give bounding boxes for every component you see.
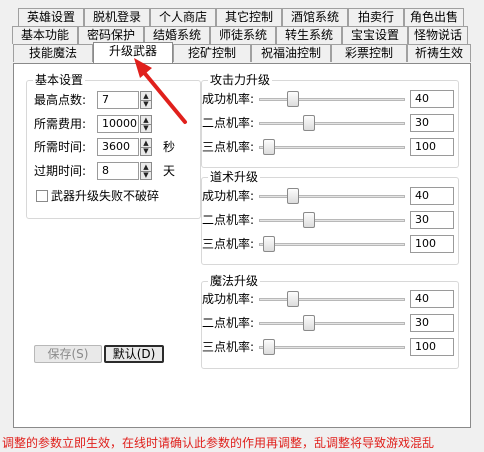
attack-success-field[interactable]: 40: [410, 90, 454, 108]
tab-personal-shop[interactable]: 个人商店: [150, 8, 216, 26]
tao-three-point-slider[interactable]: [257, 234, 407, 254]
time-label: 所需时间:: [34, 140, 87, 154]
max-points-spinner[interactable]: ▲ ▼: [140, 91, 152, 109]
attack-two-point-label: 二点机率:: [202, 116, 255, 130]
tab-other-control[interactable]: 其它控制: [216, 8, 282, 26]
time-spinner[interactable]: ▲ ▼: [140, 138, 152, 156]
cost-spinner[interactable]: ▲ ▼: [140, 115, 152, 133]
expire-field[interactable]: 8: [97, 162, 139, 180]
tab-panel-upgrade-weapon: 基本设置 最高点数: 7 ▲ ▼ 所需费用: 10000 ▲ ▼ 所需时间: 360…: [13, 63, 471, 428]
magic-three-point-slider[interactable]: [257, 337, 407, 357]
tab-row-3: 技能魔法 升级武器 挖矿控制 祝福油控制 彩票控制 祈祷生效: [13, 42, 471, 63]
tab-skill-magic[interactable]: 技能魔法: [13, 44, 93, 62]
attack-three-point-field[interactable]: 100: [410, 138, 454, 156]
spin-down-icon[interactable]: ▼: [141, 124, 151, 132]
tab-mentor-system[interactable]: 师徒系统: [210, 26, 276, 44]
default-button[interactable]: 默认(D): [104, 345, 164, 363]
attack-three-point-label: 三点机率:: [202, 140, 255, 154]
magic-success-label: 成功机率:: [202, 292, 255, 306]
cost-label: 所需费用:: [34, 117, 87, 131]
spin-down-icon[interactable]: ▼: [141, 171, 151, 179]
tab-pet-settings[interactable]: 宝宝设置: [342, 26, 408, 44]
tab-basic-functions[interactable]: 基本功能: [12, 26, 78, 44]
tab-tavern-system[interactable]: 酒馆系统: [282, 8, 348, 26]
status-warning-text: 调整的参数立即生效，在线时请确认此参数的作用再调整，乱调整将导致游戏混乱: [2, 436, 435, 450]
expire-label: 过期时间:: [34, 164, 87, 178]
tab-row-2: 基本功能 密码保护 结婚系统 师徒系统 转生系统 宝宝设置 怪物说话: [12, 26, 468, 44]
tab-row-1: 英雄设置 脱机登录 个人商店 其它控制 酒馆系统 拍卖行 角色出售: [18, 8, 464, 26]
tab-character-sale[interactable]: 角色出售: [404, 8, 464, 26]
tab-auction-house[interactable]: 拍卖行: [348, 8, 404, 26]
tab-monster-speech[interactable]: 怪物说话: [408, 26, 468, 44]
tab-hero-settings[interactable]: 英雄设置: [18, 8, 84, 26]
attack-two-point-slider[interactable]: [257, 113, 407, 133]
tao-upgrade-title: 道术升级: [208, 170, 261, 184]
max-points-field[interactable]: 7: [97, 91, 139, 109]
save-button[interactable]: 保存(S): [34, 345, 102, 363]
magic-success-slider[interactable]: [257, 289, 407, 309]
tab-prayer-effect[interactable]: 祈祷生效: [407, 44, 471, 62]
magic-two-point-label: 二点机率:: [202, 316, 255, 330]
time-unit: 秒: [163, 140, 176, 154]
tao-success-slider[interactable]: [257, 186, 407, 206]
attack-two-point-field[interactable]: 30: [410, 114, 454, 132]
magic-success-field[interactable]: 40: [410, 290, 454, 308]
expire-unit: 天: [163, 164, 176, 178]
tab-lottery-control[interactable]: 彩票控制: [331, 44, 407, 62]
tab-mining-control[interactable]: 挖矿控制: [173, 44, 251, 62]
expire-spinner[interactable]: ▲ ▼: [140, 162, 152, 180]
magic-two-point-slider[interactable]: [257, 313, 407, 333]
attack-success-label: 成功机率:: [202, 92, 255, 106]
cost-field[interactable]: 10000: [97, 115, 139, 133]
tao-success-label: 成功机率:: [202, 189, 255, 203]
tao-two-point-field[interactable]: 30: [410, 211, 454, 229]
tao-three-point-label: 三点机率:: [202, 237, 255, 251]
magic-two-point-field[interactable]: 30: [410, 314, 454, 332]
spin-down-icon[interactable]: ▼: [141, 147, 151, 155]
basic-settings-title: 基本设置: [33, 73, 86, 87]
no-break-checkbox[interactable]: [36, 190, 48, 202]
tao-three-point-field[interactable]: 100: [410, 235, 454, 253]
tao-success-field[interactable]: 40: [410, 187, 454, 205]
tab-offline-login[interactable]: 脱机登录: [84, 8, 150, 26]
max-points-label: 最高点数:: [34, 93, 87, 107]
tao-two-point-slider[interactable]: [257, 210, 407, 230]
magic-upgrade-title: 魔法升级: [208, 274, 261, 288]
time-field[interactable]: 3600: [97, 138, 139, 156]
magic-three-point-field[interactable]: 100: [410, 338, 454, 356]
tao-two-point-label: 二点机率:: [202, 213, 255, 227]
tab-upgrade-weapon[interactable]: 升级武器: [93, 42, 173, 63]
attack-three-point-slider[interactable]: [257, 137, 407, 157]
no-break-label: 武器升级失败不破碎: [51, 189, 160, 203]
attack-success-slider[interactable]: [257, 89, 407, 109]
attack-upgrade-title: 攻击力升级: [208, 73, 273, 87]
spin-down-icon[interactable]: ▼: [141, 100, 151, 108]
tab-blessing-oil-control[interactable]: 祝福油控制: [251, 44, 331, 62]
tab-rebirth-system[interactable]: 转生系统: [276, 26, 342, 44]
magic-three-point-label: 三点机率:: [202, 340, 255, 354]
